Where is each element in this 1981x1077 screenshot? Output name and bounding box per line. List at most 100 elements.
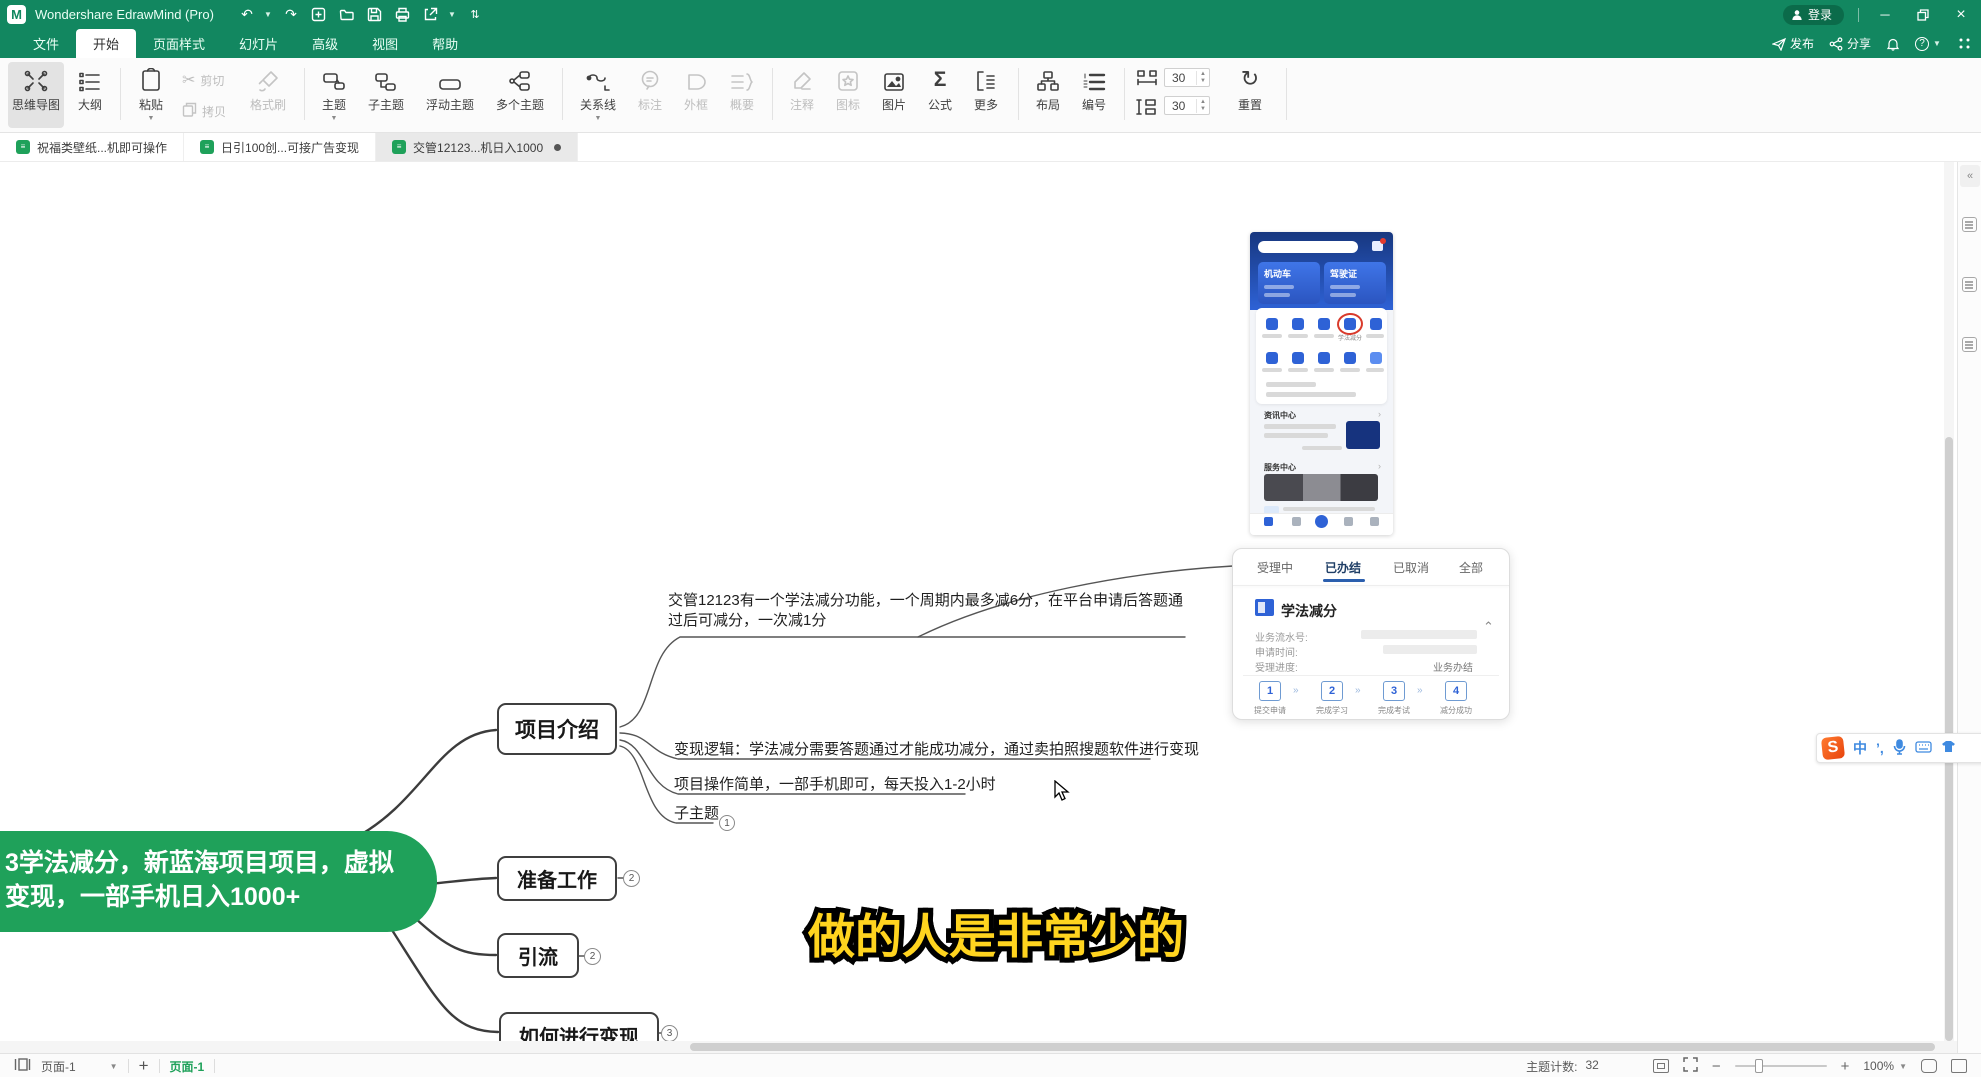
topic-project-intro[interactable]: 项目介绍 — [497, 703, 617, 755]
menu-help[interactable]: 帮助 — [415, 29, 475, 58]
menu-slides[interactable]: 幻灯片 — [222, 29, 295, 58]
formula-button[interactable]: Σ 公式 — [920, 62, 960, 128]
copy-button[interactable]: 拷贝 — [182, 102, 226, 120]
mindmap-canvas[interactable]: 3学法减分，新蓝海项目项目，虚拟变现，一部手机日入1000+ 项目介绍 准备工作… — [0, 162, 1981, 1053]
reset-button[interactable]: ↻ 重置 — [1228, 62, 1272, 128]
boundary-button[interactable]: 外框 — [676, 62, 716, 128]
presentation-icon[interactable] — [1951, 1059, 1967, 1073]
topic-preparation[interactable]: 准备工作 — [497, 856, 617, 901]
doc-tab-2[interactable]: ≡ 日引100创...可接广告变现 — [184, 133, 376, 161]
mindmap-view-button[interactable]: 思维导图 — [8, 62, 64, 128]
panel-tab-processing[interactable]: 受理中 — [1257, 559, 1293, 576]
multi-topic-button[interactable]: 多个主题 — [488, 62, 552, 128]
doc-tab-1[interactable]: ≡ 祝福类壁纸...机即可操作 — [0, 133, 184, 161]
vertical-scrollbar[interactable] — [1944, 162, 1954, 1053]
microphone-icon[interactable] — [1893, 739, 1906, 758]
comment-button[interactable]: 注释 — [782, 62, 822, 128]
subtopic-text-3[interactable]: 项目操作简单，一部手机即可，每天投入1-2小时 — [674, 773, 996, 794]
open-file-button[interactable] — [336, 5, 358, 25]
close-button[interactable]: × — [1949, 5, 1973, 25]
collapse-badge[interactable]: 3 — [661, 1025, 678, 1042]
page-select-dropdown[interactable]: 页面-1 ▼ — [41, 1058, 118, 1075]
cut-button[interactable]: ✂ 剪切 — [182, 70, 224, 90]
minimize-button[interactable]: ─ — [1873, 5, 1897, 25]
zoom-slider[interactable] — [1735, 1065, 1827, 1067]
menu-advanced[interactable]: 高级 — [295, 29, 355, 58]
subtopic-text-4[interactable]: 子主题 — [674, 802, 719, 823]
icon-marker-button[interactable]: 图标 — [828, 62, 868, 128]
sogou-logo-icon[interactable]: S — [1821, 736, 1845, 760]
fit-map-icon[interactable] — [1653, 1059, 1669, 1073]
horizontal-spacing-stepper[interactable]: 30 ▲▼ — [1164, 68, 1210, 87]
topic-button[interactable]: 主题 ▼ — [314, 62, 354, 128]
save-button[interactable] — [364, 5, 386, 25]
layout-button[interactable]: 布局 — [1028, 62, 1068, 128]
relationship-line-button[interactable]: 关系线 ▼ — [572, 62, 624, 128]
rail-panel-icon[interactable] — [1962, 337, 1977, 352]
chevron-up-icon[interactable]: ⌃ — [1483, 619, 1494, 635]
subtopic-button[interactable]: 子主题 — [360, 62, 412, 128]
rail-panel-icon[interactable] — [1962, 277, 1977, 292]
notifications-bell-icon[interactable] — [1886, 37, 1900, 51]
collapse-badge[interactable]: 2 — [584, 948, 601, 965]
restore-button[interactable] — [1911, 5, 1935, 25]
menu-file[interactable]: 文件 — [16, 29, 76, 58]
ime-mode-toggle[interactable]: 中 — [1853, 738, 1867, 758]
add-page-button[interactable]: + — [139, 1056, 149, 1076]
numbering-button[interactable]: 编号 — [1074, 62, 1114, 128]
export-dropdown-caret[interactable]: ▼ — [448, 10, 458, 19]
doc-tab-3-active[interactable]: ≡ 交管12123...机日入1000 — [376, 133, 578, 161]
help-button[interactable]: ?▼ — [1915, 37, 1943, 51]
more-button[interactable]: 更多 — [966, 62, 1006, 128]
collapse-badge[interactable]: 1 — [719, 815, 735, 831]
callout-button[interactable]: 标注 — [630, 62, 670, 128]
skin-icon[interactable] — [1941, 740, 1956, 756]
zoom-level-dropdown[interactable]: 100% ▼ — [1863, 1059, 1907, 1073]
zoom-in-button[interactable]: + — [1841, 1058, 1850, 1075]
central-topic[interactable]: 3学法减分，新蓝海项目项目，虚拟变现，一部手机日入1000+ — [0, 831, 437, 932]
fit-window-icon[interactable] — [1921, 1059, 1937, 1073]
ime-punctuation-icon[interactable]: ’, — [1876, 740, 1884, 756]
horizontal-scrollbar-thumb[interactable] — [690, 1043, 1935, 1051]
zoom-slider-thumb[interactable] — [1755, 1059, 1763, 1073]
outline-view-button[interactable]: 大纲 — [68, 62, 112, 128]
rail-panel-icon[interactable] — [1962, 217, 1977, 232]
panel-tab-cancelled[interactable]: 已取消 — [1393, 559, 1429, 576]
page-tab[interactable]: 页面-1 — [170, 1058, 205, 1075]
undo-button[interactable]: ↶ — [236, 5, 258, 25]
menu-home[interactable]: 开始 — [76, 29, 136, 58]
progress-value: 业务办结 — [1433, 659, 1473, 674]
keyboard-icon[interactable] — [1915, 740, 1932, 756]
redo-button[interactable]: ↷ — [280, 5, 302, 25]
export-button[interactable] — [420, 5, 442, 25]
picture-button[interactable]: 图片 — [874, 62, 914, 128]
summary-button[interactable]: 概要 — [722, 62, 762, 128]
collapse-panel-button[interactable]: « — [1960, 165, 1980, 187]
paste-button[interactable]: 粘贴 ▼ — [128, 62, 174, 128]
floating-topic-button[interactable]: 浮动主题 — [418, 62, 482, 128]
apps-grid-icon[interactable] — [1958, 37, 1971, 50]
format-painter-button[interactable]: 格式刷 — [242, 62, 294, 128]
layout-icon — [1036, 62, 1060, 92]
pages-view-icon[interactable] — [14, 1057, 31, 1075]
subtopic-text-2[interactable]: 变现逻辑：学法减分需要答题通过才能成功减分，通过卖拍照搜题软件进行变现 — [674, 738, 1199, 759]
print-button[interactable] — [392, 5, 414, 25]
new-file-button[interactable] — [308, 5, 330, 25]
undo-dropdown-caret[interactable]: ▼ — [264, 10, 274, 19]
publish-button[interactable]: 发布 — [1772, 35, 1814, 52]
panel-tab-completed[interactable]: 已办结 — [1325, 559, 1361, 576]
login-button[interactable]: 登录 — [1783, 5, 1844, 25]
horizontal-scrollbar[interactable] — [0, 1041, 1957, 1053]
topic-traffic[interactable]: 引流 — [497, 933, 579, 978]
vertical-spacing-stepper[interactable]: 30 ▲▼ — [1164, 96, 1210, 115]
zoom-out-button[interactable]: − — [1712, 1058, 1721, 1075]
panel-tab-all[interactable]: 全部 — [1459, 559, 1483, 576]
collapse-badge[interactable]: 2 — [623, 870, 640, 887]
menu-view[interactable]: 视图 — [355, 29, 415, 58]
share-button[interactable]: 分享 — [1829, 35, 1871, 52]
fullscreen-icon[interactable] — [1683, 1057, 1698, 1075]
menu-page-style[interactable]: 页面样式 — [136, 29, 222, 58]
titlebar-right: 登录 ─ × — [1783, 0, 1973, 29]
customize-toolbar-icon[interactable]: ⇅ — [464, 5, 486, 25]
subtopic-text-1[interactable]: 交管12123有一个学法减分功能，一个周期内最多减6分，在平台申请后答题通过后可… — [668, 591, 1190, 631]
